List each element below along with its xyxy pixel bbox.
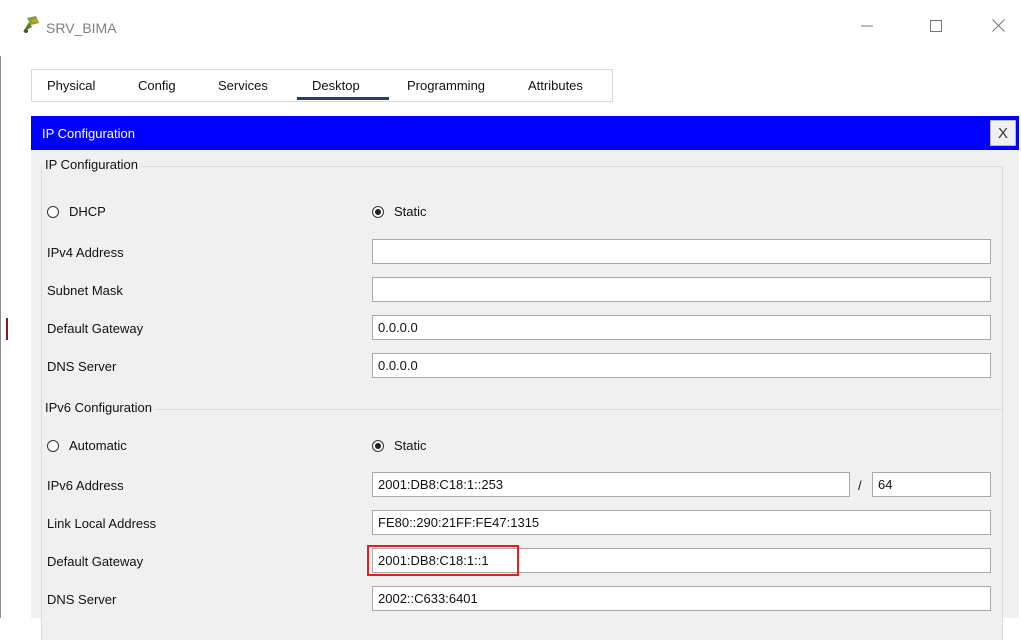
active-tab-indicator xyxy=(297,97,389,100)
ipv6-config-group: IPv6 Configuration Automatic Static IPv6… xyxy=(41,400,1003,640)
ipv4-group-legend: IP Configuration xyxy=(42,157,141,172)
ipv4-address-label: IPv4 Address xyxy=(47,245,124,260)
ipv6-dns-server-input[interactable]: 2002::C633:6401 xyxy=(372,586,991,611)
ipv4-default-gateway-label: Default Gateway xyxy=(47,321,144,336)
close-icon: X xyxy=(997,124,1008,142)
panel-title: IP Configuration xyxy=(42,126,135,141)
tab-services[interactable]: Services xyxy=(218,78,268,93)
title-bar: SRV_BIMA xyxy=(0,0,1021,56)
ipv6-group-legend: IPv6 Configuration xyxy=(42,400,155,415)
app-window: SRV_BIMA Physical Config Services Deskto… xyxy=(0,0,1021,640)
minimize-button[interactable] xyxy=(844,12,890,42)
link-local-address-input[interactable]: FE80::290:21FF:FE47:1315 xyxy=(372,510,991,535)
radio-checked-icon xyxy=(372,205,384,218)
tab-physical[interactable]: Physical xyxy=(47,78,95,93)
ipv4-address-input[interactable] xyxy=(372,239,991,264)
dhcp-radio[interactable]: DHCP xyxy=(47,204,106,219)
tab-attributes[interactable]: Attributes xyxy=(528,78,583,93)
window-edge-marker xyxy=(6,318,8,340)
static-ipv6-radio[interactable]: Static xyxy=(372,438,427,453)
automatic-radio[interactable]: Automatic xyxy=(47,438,127,453)
radio-checked-icon xyxy=(372,439,384,452)
close-icon xyxy=(991,19,1005,35)
gateway-highlight-box xyxy=(367,545,519,576)
panel-header: IP Configuration X xyxy=(31,116,1019,150)
tab-programming[interactable]: Programming xyxy=(407,78,485,93)
panel-close-button[interactable]: X xyxy=(990,120,1016,146)
prefix-separator: / xyxy=(858,478,862,493)
ipv6-address-input[interactable]: 2001:DB8:C18:1::253 xyxy=(372,472,850,497)
ip-configuration-panel: IP Configuration X IP Configuration DHCP… xyxy=(31,116,1019,640)
minimize-icon xyxy=(861,20,873,35)
window-left-edge xyxy=(0,0,1,618)
router-app-icon xyxy=(20,14,42,36)
close-window-button[interactable] xyxy=(975,12,1021,42)
ipv4-dns-server-input[interactable]: 0.0.0.0 xyxy=(372,353,991,378)
radio-unchecked-icon xyxy=(47,205,59,218)
ipv6-default-gateway-label: Default Gateway xyxy=(47,554,144,569)
static-ipv6-label: Static xyxy=(394,438,427,453)
maximize-button[interactable] xyxy=(913,12,959,42)
dhcp-label: DHCP xyxy=(69,204,106,219)
tab-desktop[interactable]: Desktop xyxy=(312,78,360,93)
subnet-mask-label: Subnet Mask xyxy=(47,283,123,298)
maximize-icon xyxy=(930,19,942,35)
radio-unchecked-icon xyxy=(47,439,59,452)
static-ipv4-label: Static xyxy=(394,204,427,219)
ipv6-prefix-length-input[interactable]: 64 xyxy=(872,472,991,497)
ipv6-dns-server-label: DNS Server xyxy=(47,592,117,607)
tab-strip: Physical Config Services Desktop Program… xyxy=(31,69,613,102)
subnet-mask-input[interactable] xyxy=(372,277,991,302)
static-ipv4-radio[interactable]: Static xyxy=(372,204,427,219)
window-title: SRV_BIMA xyxy=(46,20,117,36)
ipv4-default-gateway-input[interactable]: 0.0.0.0 xyxy=(372,315,991,340)
link-local-address-label: Link Local Address xyxy=(47,516,157,531)
automatic-label: Automatic xyxy=(69,438,127,453)
tab-config[interactable]: Config xyxy=(138,78,176,93)
ipv4-dns-server-label: DNS Server xyxy=(47,359,117,374)
ipv6-address-label: IPv6 Address xyxy=(47,478,124,493)
